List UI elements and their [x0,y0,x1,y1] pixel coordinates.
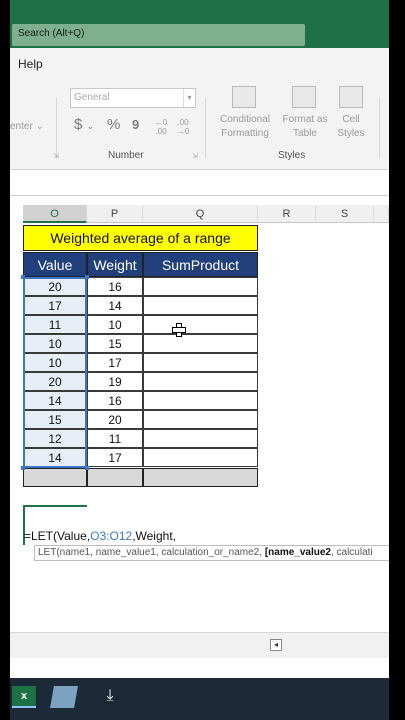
total-cell[interactable] [143,468,258,487]
weight-cell[interactable]: 17 [87,353,143,372]
number-dialog-launcher-icon[interactable]: ⇲ [192,152,198,160]
value-cell[interactable]: 14 [23,391,87,410]
increase-decimal-button[interactable]: ←0 .00 [152,118,170,136]
header-sumproduct[interactable]: SumProduct [143,252,258,277]
weight-cell[interactable]: 14 [87,296,143,315]
value-cell[interactable]: 11 [23,315,87,334]
sumproduct-cell[interactable] [143,448,258,467]
download-taskbar-icon[interactable]: ⤓ [98,686,122,708]
conditional-formatting-icon [232,86,256,108]
formula-bar[interactable] [10,170,389,196]
sumproduct-cell[interactable] [143,391,258,410]
function-tooltip: LET(name1, name_value1, calculation_or_n… [34,545,389,561]
merge-center-button[interactable]: enter ⌄ [10,120,44,134]
excel-taskbar-icon[interactable]: x [12,686,36,708]
chevron-down-icon: ▾ [183,89,195,107]
title-bar: Search (Alt+Q) [10,0,389,48]
tooltip-text-end: , calculati [330,547,373,558]
notebook-taskbar-icon[interactable] [50,686,78,708]
sumproduct-cell[interactable] [143,296,258,315]
sumproduct-cell[interactable] [143,372,258,391]
weight-cell[interactable]: 10 [87,315,143,334]
taskbar: x ⤓ [10,678,389,720]
value-cell[interactable]: 10 [23,334,87,353]
excel-window: Search (Alt+Q) Help enter ⌄ General ▾ $ … [10,0,389,720]
value-cell[interactable]: 10 [23,353,87,372]
weight-cell[interactable]: 11 [87,429,143,448]
ribbon: Help enter ⌄ General ▾ $ ⌄ % 9 ←0 .00 .0… [10,48,389,170]
formula-suffix: ,Weight, [132,529,176,543]
total-cell[interactable] [23,468,87,487]
column-header-r[interactable]: R [258,205,316,223]
percent-button[interactable]: % [107,117,120,132]
formula-in-cell[interactable]: =LET(Value,O3:O12,Weight, [24,529,176,543]
ribbon-divider [205,98,206,158]
sumproduct-cell[interactable] [143,277,258,296]
formula-prefix: =LET(Value, [24,529,91,543]
format-as-table-button[interactable]: Format as Table [280,113,330,141]
merge-center-label: enter [10,121,33,132]
currency-button[interactable]: $ ⌄ [74,117,94,133]
tooltip-text: LET(name1, name_value1, calculation_or_n… [38,547,265,558]
column-header-o[interactable]: O [23,205,87,223]
table-title[interactable]: Weighted average of a range [23,225,258,251]
header-weight[interactable]: Weight [87,252,143,277]
total-cell[interactable] [87,468,143,487]
conditional-formatting-button[interactable]: Conditional Formatting [210,113,280,141]
sumproduct-cell[interactable] [143,315,258,334]
decrease-decimal-button[interactable]: .00 →0 [174,118,192,136]
number-format-value: General [74,92,110,103]
selection-handle[interactable] [85,275,89,279]
dialog-launcher-icon[interactable]: ⇲ [53,152,59,160]
weight-cell[interactable]: 19 [87,372,143,391]
value-cell[interactable]: 17 [23,296,87,315]
value-cell[interactable]: 15 [23,410,87,429]
value-cell[interactable]: 20 [23,277,87,296]
ribbon-divider [379,98,380,158]
value-cell[interactable]: 12 [23,429,87,448]
formula-range-ref: O3:O12 [90,529,133,543]
selection-handle[interactable] [21,275,25,279]
sumproduct-cell[interactable] [143,410,258,429]
search-placeholder: Search (Alt+Q) [18,28,85,39]
sumproduct-cell[interactable] [143,334,258,353]
sumproduct-cell[interactable] [143,353,258,372]
cell-styles-icon [339,86,363,108]
weight-cell[interactable]: 17 [87,448,143,467]
value-cell[interactable]: 20 [23,372,87,391]
sumproduct-cell[interactable] [143,429,258,448]
number-format-dropdown[interactable]: General ▾ [70,88,196,108]
column-header-q[interactable]: Q [143,205,258,223]
comma-button[interactable]: 9 [132,118,139,132]
menu-help[interactable]: Help [18,57,43,71]
format-as-table-icon [292,86,316,108]
scroll-left-icon[interactable]: ◂ [270,639,282,651]
weight-cell[interactable]: 20 [87,410,143,429]
column-header-s[interactable]: S [316,205,374,223]
column-header-t[interactable] [374,205,389,223]
cell-cursor-icon [172,323,186,337]
ribbon-divider [56,98,57,158]
selection-handle[interactable] [85,466,89,470]
weight-cell[interactable]: 15 [87,334,143,353]
number-group-label: Number [108,150,144,161]
value-cell[interactable]: 14 [23,448,87,467]
header-value[interactable]: Value [23,252,87,277]
column-header-p[interactable]: P [87,205,143,223]
selection-handle[interactable] [21,466,25,470]
weight-cell[interactable]: 16 [87,391,143,410]
horizontal-scrollbar[interactable]: ◂ [10,632,389,658]
tooltip-current-arg: [name_value2 [264,547,331,558]
weight-cell[interactable]: 16 [87,277,143,296]
cell-styles-button[interactable]: Cell Styles [330,113,372,141]
styles-group-label: Styles [278,150,306,161]
search-box[interactable]: Search (Alt+Q) [12,24,305,46]
